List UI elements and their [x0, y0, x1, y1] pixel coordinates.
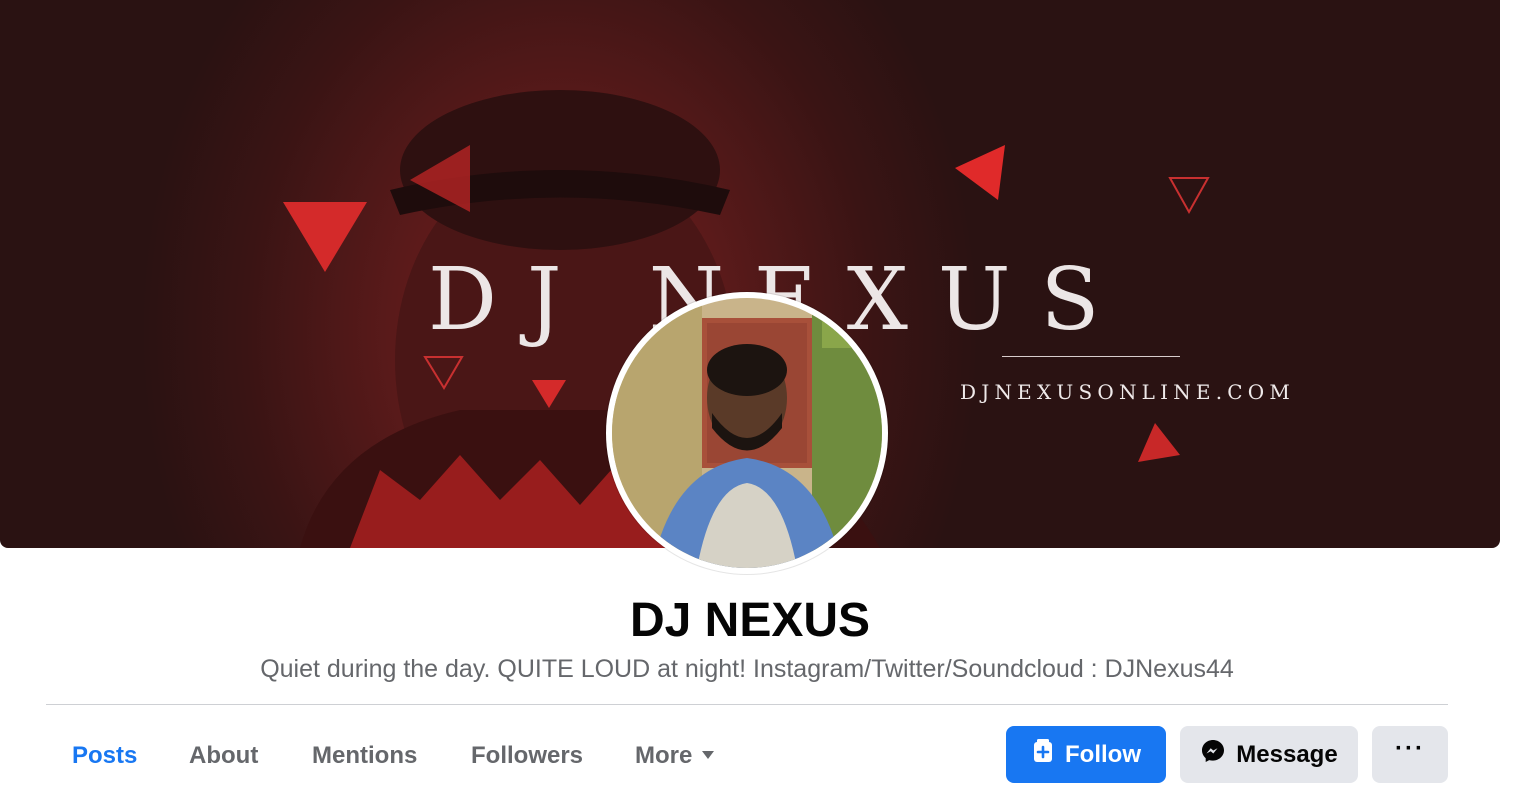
- message-button[interactable]: Message: [1180, 726, 1358, 783]
- cover-triangle-4: [1168, 177, 1210, 215]
- tab-followers[interactable]: Followers: [471, 728, 583, 784]
- tab-more[interactable]: More: [635, 728, 715, 784]
- more-dots-icon: ···: [1395, 734, 1425, 762]
- tab-posts-label: Posts: [72, 742, 138, 769]
- chevron-down-icon: [702, 750, 715, 759]
- messenger-icon: [1200, 738, 1226, 771]
- page-bio: Quiet during the day. QUITE LOUD at nigh…: [260, 655, 1234, 683]
- cover-triangle-1: [283, 202, 367, 272]
- cover-rule: [1002, 356, 1180, 357]
- profile-avatar[interactable]: [606, 292, 888, 574]
- cover-triangle-3: [955, 145, 1005, 200]
- follow-icon: [1031, 738, 1055, 771]
- message-label: Message: [1236, 740, 1338, 768]
- avatar-photo: [612, 298, 882, 568]
- tab-mentions-label: Mentions: [312, 742, 418, 769]
- tab-about-label: About: [189, 742, 259, 769]
- tab-posts[interactable]: Posts: [72, 728, 137, 784]
- tab-more-label: More: [635, 742, 693, 769]
- page-title: DJ NEXUS: [629, 594, 871, 647]
- more-options-button[interactable]: ···: [1372, 726, 1448, 783]
- cover-triangle-7: [1138, 423, 1180, 462]
- header-divider: [46, 704, 1448, 705]
- tab-about[interactable]: About: [189, 728, 258, 784]
- tab-followers-label: Followers: [471, 742, 584, 769]
- follow-button[interactable]: Follow: [1006, 726, 1166, 783]
- follow-label: Follow: [1065, 740, 1141, 768]
- cover-url-text: DJNEXUSONLINE.COM: [960, 380, 1296, 404]
- tab-mentions[interactable]: Mentions: [312, 728, 417, 784]
